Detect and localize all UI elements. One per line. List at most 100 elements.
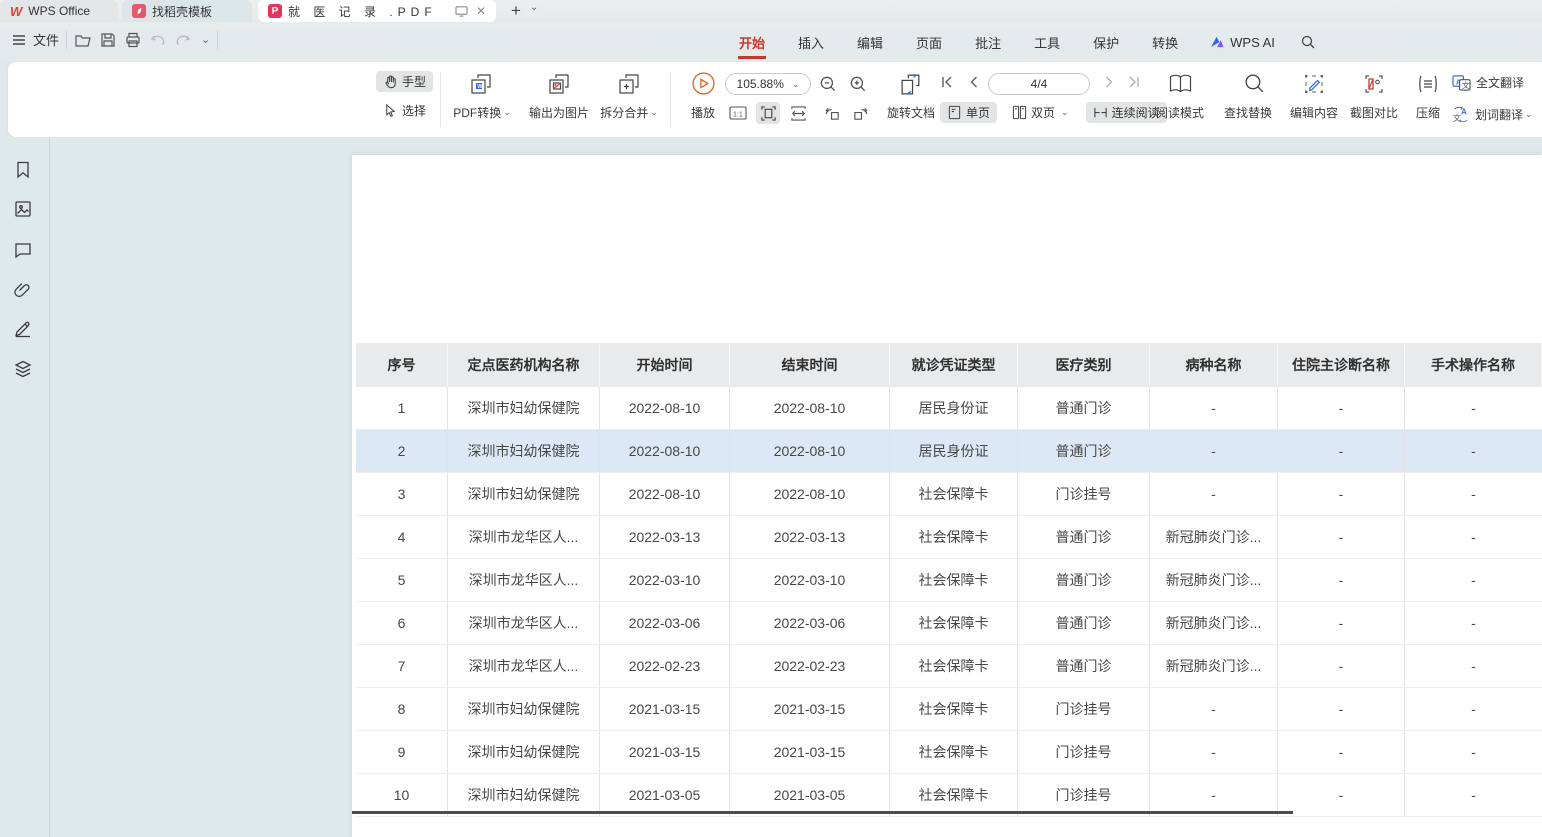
table-cell: 门诊挂号 xyxy=(1018,774,1150,816)
tab-label: WPS Office xyxy=(28,4,90,18)
fit-width-button[interactable] xyxy=(786,102,810,124)
table-cell: 社会保障卡 xyxy=(890,774,1018,816)
table-cell: 6 xyxy=(356,602,448,644)
docer-logo-icon xyxy=(132,4,146,18)
table-cell: - xyxy=(1278,645,1405,687)
compress-label: 压缩 xyxy=(1416,104,1440,121)
svg-text:1:1: 1:1 xyxy=(733,112,743,119)
ribbon-tab-page[interactable]: 页面 xyxy=(915,24,943,61)
table-cell: 深圳市妇幼保健院 xyxy=(448,387,600,429)
export-image-button[interactable]: 输出为图片 xyxy=(522,104,596,121)
double-page-button[interactable]: 双页⌄ xyxy=(1005,102,1076,123)
tab-list-chevron-icon[interactable]: ⌄ xyxy=(530,2,538,13)
last-page-icon[interactable] xyxy=(1127,75,1141,89)
table-cell: 普通门诊 xyxy=(1018,645,1150,687)
zoom-out-icon[interactable] xyxy=(818,74,838,94)
table-row: 7深圳市龙华区人...2022-02-232022-02-23社会保障卡普通门诊… xyxy=(356,645,1542,688)
table-cell: 2022-03-06 xyxy=(600,602,730,644)
ribbon-tabs: 开始 插入 编辑 页面 批注 工具 保护 转换 WPS AI xyxy=(738,22,1316,62)
table-cell: - xyxy=(1405,387,1542,429)
pdf-convert-button[interactable]: PDF转换⌄ xyxy=(448,104,516,121)
present-monitor-icon[interactable] xyxy=(455,5,468,17)
ribbon-tab-tools[interactable]: 工具 xyxy=(1033,24,1061,61)
ribbon-tab-convert[interactable]: 转换 xyxy=(1151,24,1179,61)
print-icon[interactable] xyxy=(124,31,142,49)
split-merge-button[interactable]: 拆分合并⌄ xyxy=(594,104,664,121)
table-cell: - xyxy=(1405,731,1542,773)
wps-ai-button[interactable]: WPS AI xyxy=(1210,35,1275,50)
rotate-right-icon[interactable] xyxy=(848,102,872,124)
table-header-cell: 就诊凭证类型 xyxy=(890,343,1018,387)
play-icon xyxy=(684,71,722,96)
find-replace-button[interactable]: 查找替换 xyxy=(1214,104,1282,121)
ribbon-tab-insert[interactable]: 插入 xyxy=(797,24,825,61)
thumbnail-icon[interactable] xyxy=(13,199,33,219)
full-translate-button[interactable]: A文 全文翻译 xyxy=(1452,74,1524,91)
file-menu-button[interactable]: 文件 xyxy=(10,30,59,49)
zoom-level-select[interactable]: 105.88%⌄ xyxy=(725,73,811,95)
read-mode-button[interactable]: 阅读模式 xyxy=(1148,104,1212,121)
table-cell: - xyxy=(1150,688,1278,730)
hand-tool-button[interactable]: 手型 xyxy=(376,71,433,92)
table-cell: 深圳市龙华区人... xyxy=(448,559,600,601)
pdf-logo-icon: P xyxy=(268,4,282,18)
previous-page-icon[interactable] xyxy=(967,75,981,89)
page-number-input[interactable]: 4/4 xyxy=(988,73,1090,95)
signature-pen-icon[interactable] xyxy=(13,319,33,339)
rotate-document-button[interactable]: 旋转文档 xyxy=(880,104,942,121)
word-translate-button[interactable]: 文A 划词翻译⌄ xyxy=(1452,106,1533,123)
tab-document-active[interactable]: P 就 医 记 录 .PDF ✕ xyxy=(258,0,496,22)
screenshot-compare-button[interactable]: 截图对比 xyxy=(1340,104,1408,121)
ribbon-tab-protect[interactable]: 保护 xyxy=(1092,24,1120,61)
open-file-icon[interactable] xyxy=(74,31,92,49)
actual-size-button[interactable]: 1:1 xyxy=(726,102,750,124)
play-button[interactable]: 播放 xyxy=(684,104,722,121)
zoom-level-value: 105.88% xyxy=(737,77,784,91)
find-replace-icon xyxy=(1232,72,1276,95)
table-cell: 2021-03-15 xyxy=(730,688,890,730)
table-cell: 2 xyxy=(356,430,448,472)
bookmark-icon[interactable] xyxy=(13,160,33,180)
ribbon-tab-comment[interactable]: 批注 xyxy=(974,24,1002,61)
zoom-in-icon[interactable] xyxy=(848,74,868,94)
close-tab-icon[interactable]: ✕ xyxy=(476,4,486,18)
table-cell: 门诊挂号 xyxy=(1018,731,1150,773)
table-cell: - xyxy=(1150,731,1278,773)
table-cell: - xyxy=(1405,430,1542,472)
search-icon[interactable] xyxy=(1300,34,1316,50)
layers-icon[interactable] xyxy=(13,359,33,379)
select-tool-button[interactable]: 选择 xyxy=(376,100,433,121)
undo-icon[interactable] xyxy=(149,31,167,49)
fit-page-button[interactable] xyxy=(756,102,780,124)
table-cell: 2022-08-10 xyxy=(730,387,890,429)
select-tool-label: 选择 xyxy=(402,102,426,119)
attachment-icon[interactable] xyxy=(13,280,33,300)
redo-icon[interactable] xyxy=(174,31,192,49)
new-tab-button[interactable]: + xyxy=(506,0,526,22)
ribbon-tab-home[interactable]: 开始 xyxy=(738,24,766,61)
file-menu-label: 文件 xyxy=(33,30,59,49)
ribbon-tab-edit[interactable]: 编辑 xyxy=(856,24,884,61)
table-cell: 社会保障卡 xyxy=(890,559,1018,601)
table-cell: 2022-03-13 xyxy=(600,516,730,558)
pdf-page[interactable]: 序号定点医药机构名称开始时间结束时间就诊凭证类型医疗类别病种名称住院主诊断名称手… xyxy=(352,155,1542,837)
table-bottom-bar xyxy=(352,811,1293,814)
table-cell: 社会保障卡 xyxy=(890,602,1018,644)
table-cell: 深圳市龙华区人... xyxy=(448,516,600,558)
hand-icon xyxy=(383,74,398,89)
rotate-document-icon xyxy=(886,72,936,97)
table-cell: - xyxy=(1278,688,1405,730)
save-icon[interactable] xyxy=(99,31,117,49)
table-row: 8深圳市妇幼保健院2021-03-152021-03-15社会保障卡门诊挂号--… xyxy=(356,688,1542,731)
compress-button[interactable]: 压缩 xyxy=(1402,104,1454,121)
tab-wps-office[interactable]: W WPS Office xyxy=(0,0,118,22)
comment-icon[interactable] xyxy=(13,240,33,260)
single-page-button[interactable]: 单页 xyxy=(940,102,997,123)
quick-access-chevron-icon[interactable]: ⌄ xyxy=(201,33,210,46)
edit-content-button[interactable]: 编辑内容 xyxy=(1280,104,1348,121)
next-page-icon[interactable] xyxy=(1102,75,1116,89)
rotate-left-icon[interactable] xyxy=(820,102,844,124)
first-page-icon[interactable] xyxy=(940,75,954,89)
single-page-icon xyxy=(947,105,962,120)
tab-docer-templates[interactable]: 找稻壳模板 xyxy=(122,0,252,22)
